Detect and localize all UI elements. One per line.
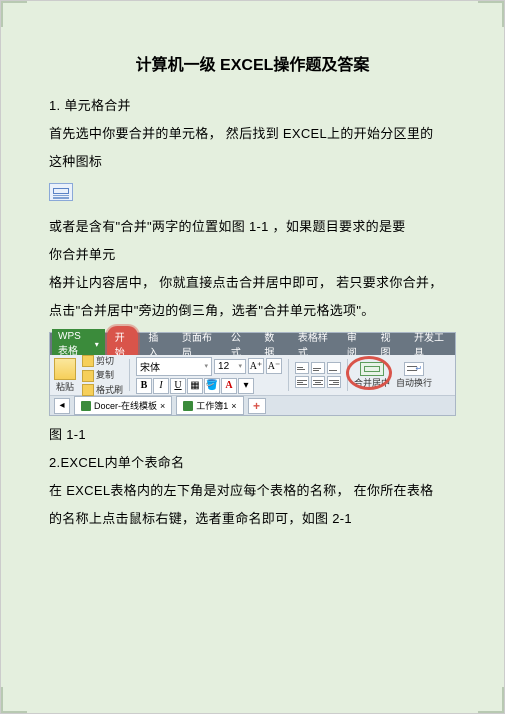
- fontsize-select[interactable]: 12: [214, 359, 246, 374]
- doc-tab-template[interactable]: Docer-在线模板×: [74, 396, 172, 415]
- document-tabs: ◂ Docer-在线模板× 工作簿1× +: [50, 395, 455, 415]
- section-2-header: 2.EXCEL内单个表命名: [49, 450, 456, 476]
- paragraph: 首先选中你要合并的单元格， 然后找到 EXCEL上的开始分区里的: [49, 121, 456, 147]
- paragraph: 点击"合并居中"旁边的倒三角，选者"合并单元格选项"。: [49, 298, 456, 324]
- annotation-circle-icon: [346, 356, 392, 390]
- doc-tab-label: 工作簿1: [196, 399, 228, 412]
- paragraph: 格并让内容居中， 你就直接点击合并居中即可， 若只要求你合并，: [49, 270, 456, 296]
- section-1-header: 1. 单元格合并: [49, 93, 456, 119]
- paste-button[interactable]: 粘贴: [54, 358, 76, 393]
- align-group: [295, 362, 341, 388]
- add-tab-button[interactable]: +: [248, 398, 266, 414]
- font-color-button[interactable]: A: [221, 378, 237, 394]
- merge-center-button[interactable]: 合并居中: [354, 362, 390, 389]
- wrap-label: 自动换行: [396, 376, 432, 389]
- paragraph: 的名称上点击鼠标右键，选者重命名即可，如图 2-1: [49, 506, 456, 532]
- align-mid-icon[interactable]: [311, 362, 325, 374]
- paste-label: 粘贴: [56, 380, 74, 393]
- figure-1-1-label: 图 1-1: [49, 422, 456, 448]
- underline-button[interactable]: U: [170, 378, 186, 394]
- merge-cells-icon: [49, 183, 73, 201]
- align-left-icon[interactable]: [295, 376, 309, 388]
- align-right-icon[interactable]: [327, 376, 341, 388]
- fill-icon[interactable]: 🪣: [204, 378, 220, 394]
- paragraph: 在 EXCEL表格内的左下角是对应每个表格的名称， 在你所在表格: [49, 478, 456, 504]
- wps-ribbon-screenshot: WPS 表格 开始 插入 页面布局 公式 数据 表格样式 审阅 视图 开发工具 …: [49, 332, 456, 416]
- first-tab-button[interactable]: ◂: [54, 398, 70, 414]
- paragraph: 你合并单元: [49, 242, 456, 268]
- cut-button[interactable]: 剪切: [82, 354, 123, 368]
- bold-button[interactable]: B: [136, 378, 152, 394]
- doc-tab-label: Docer-在线模板: [94, 399, 157, 412]
- painter-button[interactable]: 格式刷: [82, 383, 123, 397]
- font-group: 宋体 12 A⁺ A⁻ B I U ▦ 🪣 A ▾: [136, 357, 282, 394]
- align-bot-icon[interactable]: [327, 362, 341, 374]
- wrap-text-icon: [404, 362, 424, 376]
- ribbon-body: 粘贴 剪切 复制 格式刷 宋体 12 A⁺ A⁻ B I U ▦ 🪣 A ▾: [50, 355, 455, 395]
- align-center-icon[interactable]: [311, 376, 325, 388]
- ribbon-tabs: WPS 表格 开始 插入 页面布局 公式 数据 表格样式 审阅 视图 开发工具: [50, 333, 455, 355]
- paragraph: 或者是含有"合并"两字的位置如图 1-1 ，如果题目要求的是要: [49, 214, 456, 240]
- font-grow-icon[interactable]: A⁺: [248, 358, 264, 374]
- font-select[interactable]: 宋体: [136, 357, 212, 376]
- border-button[interactable]: ▦: [187, 378, 203, 394]
- divider: [129, 359, 130, 391]
- tab-close-icon[interactable]: ×: [231, 401, 236, 411]
- align-top-icon[interactable]: [295, 362, 309, 374]
- doc-tab-workbook[interactable]: 工作簿1×: [176, 396, 243, 415]
- clipboard-group: 剪切 复制 格式刷: [82, 354, 123, 397]
- more-button[interactable]: ▾: [238, 378, 254, 394]
- wrap-text-button[interactable]: 自动换行: [396, 362, 432, 389]
- doc-title: 计算机一级 EXCEL操作题及答案: [49, 51, 456, 75]
- font-shrink-icon[interactable]: A⁻: [266, 358, 282, 374]
- italic-button[interactable]: I: [153, 378, 169, 394]
- tab-close-icon[interactable]: ×: [160, 401, 165, 411]
- copy-button[interactable]: 复制: [82, 368, 123, 382]
- divider: [288, 359, 289, 391]
- paragraph: 这种图标: [49, 149, 456, 175]
